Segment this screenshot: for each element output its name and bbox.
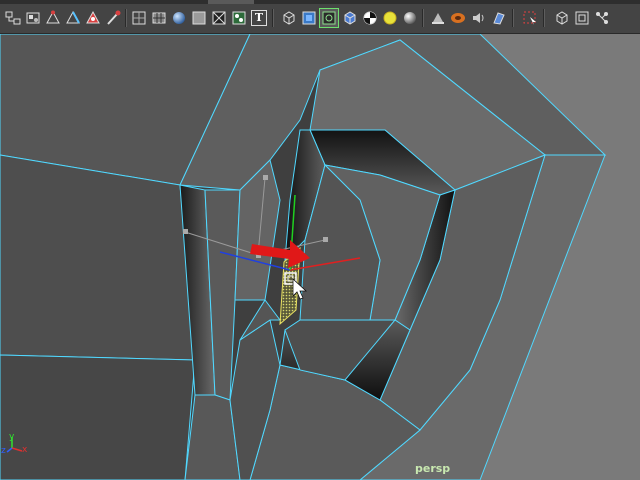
select-camera-icon[interactable] — [521, 9, 539, 27]
select-by-hierarchy-icon[interactable] — [4, 9, 22, 27]
select-uv-icon[interactable] — [104, 9, 122, 27]
axis-z-label: z — [1, 446, 6, 456]
sphere-icon[interactable] — [401, 9, 419, 27]
viewport-scene[interactable] — [0, 34, 640, 480]
smooth-shade-all-icon[interactable] — [150, 9, 168, 27]
isolate-select-icon[interactable] — [553, 9, 571, 27]
render-icon[interactable] — [449, 9, 467, 27]
light-icon[interactable] — [381, 9, 399, 27]
camera-icon[interactable] — [429, 9, 447, 27]
status-line-toolbar: T — [0, 0, 640, 34]
toolbar-top-strip — [0, 0, 640, 4]
film-icon[interactable] — [490, 9, 508, 27]
select-by-component-icon[interactable] — [24, 9, 42, 27]
camera-name-label: persp — [415, 462, 451, 475]
select-vertex-icon[interactable] — [44, 9, 62, 27]
text-icon-glyph: T — [251, 10, 267, 26]
flat-shade-icon[interactable] — [190, 9, 208, 27]
toolbar-separator — [422, 9, 424, 27]
toolbar-separator — [512, 9, 514, 27]
toolbar-separator — [543, 9, 545, 27]
checker-icon[interactable] — [361, 9, 379, 27]
xray-icon[interactable] — [573, 9, 591, 27]
select-edge-icon[interactable] — [64, 9, 82, 27]
lighting-icon[interactable] — [230, 9, 248, 27]
axis-y-label: y — [9, 432, 15, 442]
toolbar-separator — [272, 9, 274, 27]
text-icon[interactable]: T — [250, 9, 268, 27]
axis-x-label: x — [22, 445, 28, 455]
perspective-viewport[interactable]: y x z — [0, 34, 640, 480]
texture-icon[interactable] — [210, 9, 228, 27]
sphere-poly-icon[interactable] — [300, 9, 318, 27]
smooth-shade-selected-icon[interactable] — [170, 9, 188, 27]
toolbar-tab[interactable] — [208, 0, 254, 4]
wireframe-icon[interactable] — [130, 9, 148, 27]
audio-icon[interactable] — [470, 9, 488, 27]
toolbar-separator — [125, 9, 127, 27]
cylinder-icon[interactable] — [319, 8, 339, 28]
cube-icon[interactable] — [280, 9, 298, 27]
select-face-icon[interactable] — [84, 9, 102, 27]
xray-joints-icon[interactable] — [593, 9, 611, 27]
plane-icon[interactable] — [341, 9, 359, 27]
